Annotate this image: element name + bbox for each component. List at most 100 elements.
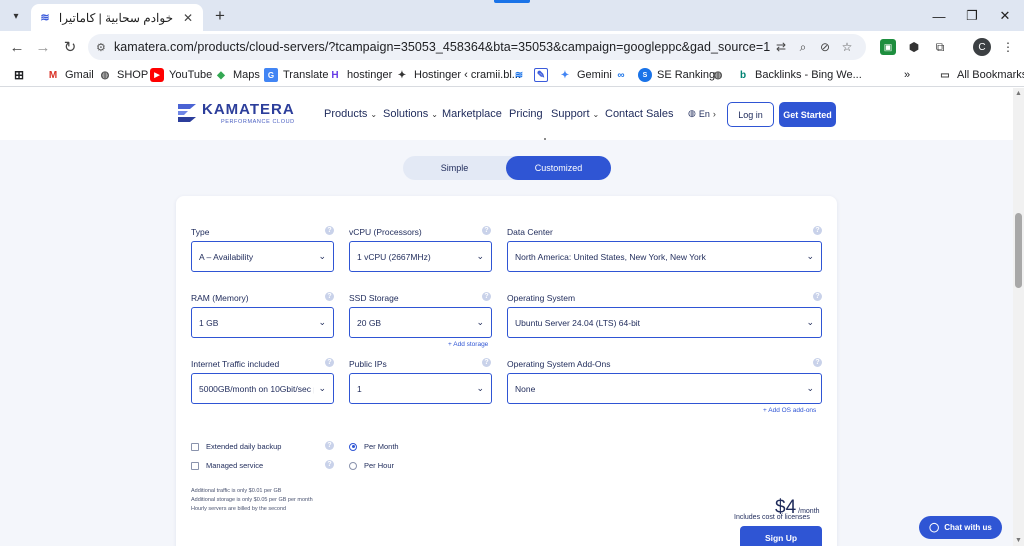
- extension-pin-icon[interactable]: ⬢: [906, 39, 922, 55]
- toggle-simple[interactable]: Simple: [403, 156, 506, 180]
- managed-service-option[interactable]: Managed service: [191, 461, 263, 470]
- scroll-up-icon[interactable]: ▲: [1015, 90, 1022, 97]
- chat-with-us-button[interactable]: ◯ Chat with us: [919, 516, 1002, 539]
- window-restore-icon[interactable]: ❐: [962, 6, 982, 26]
- traffic-select[interactable]: 5000GB/month on 10Gbit/sec por ⌄: [191, 373, 334, 404]
- bookmark-link[interactable]: ∞: [614, 67, 633, 83]
- per-month-option[interactable]: Per Month: [349, 442, 399, 451]
- get-started-button[interactable]: Get Started: [779, 102, 836, 127]
- add-os-addons-link[interactable]: + Add OS add-ons: [763, 407, 816, 414]
- scrollbar-thumb[interactable]: [1015, 213, 1022, 288]
- nav-products[interactable]: Products ⌄: [324, 108, 377, 120]
- bookmark-globe[interactable]: ◍: [711, 67, 730, 83]
- bookmark-shop[interactable]: ◍ SHOP: [98, 67, 149, 83]
- storage-note: Additional storage is only $0.05 per GB …: [191, 497, 313, 503]
- globe-icon: ◍: [100, 69, 110, 81]
- all-bookmarks-folder[interactable]: ▭ All Bookmarks: [938, 67, 1024, 83]
- managed-checkbox[interactable]: [191, 461, 199, 470]
- bookmark-translate[interactable]: G Translate: [264, 67, 328, 83]
- public-ips-select[interactable]: 1 ⌄: [349, 373, 492, 404]
- bookmark-youtube[interactable]: ▶ YouTube: [150, 67, 212, 83]
- back-arrow-icon[interactable]: ←: [7, 37, 27, 57]
- extension-green-icon[interactable]: ▣: [880, 39, 896, 55]
- toggle-customized[interactable]: Customized: [506, 156, 611, 180]
- browser-menu-icon[interactable]: ⋮: [1000, 39, 1016, 55]
- gemini-sparkle-icon: ✦: [560, 69, 570, 81]
- login-button[interactable]: Log in: [727, 102, 774, 127]
- backup-checkbox[interactable]: [191, 442, 199, 451]
- bookmark-gemini[interactable]: ✦ Gemini: [558, 67, 612, 83]
- window-close-icon[interactable]: ✕: [995, 6, 1015, 26]
- reload-icon[interactable]: ↻: [60, 37, 80, 57]
- help-icon[interactable]: ?: [482, 292, 491, 301]
- help-icon[interactable]: ?: [325, 460, 334, 469]
- bookmark-editor[interactable]: ✎: [534, 67, 553, 83]
- bing-icon: b: [739, 69, 747, 81]
- vcpu-select[interactable]: 1 vCPU (2667MHz) ⌄: [349, 241, 492, 272]
- ssd-select[interactable]: 20 GB ⌄: [349, 307, 492, 338]
- per-hour-radio[interactable]: [349, 461, 357, 470]
- globe-icon: ◍: [713, 69, 723, 81]
- tab-title: خوادم سحابية | كاماتيرا: [58, 10, 173, 25]
- scroll-down-icon[interactable]: ▼: [1015, 537, 1022, 544]
- web-page: KAMATERA PERFORMANCE CLOUD Products ⌄ Sol…: [0, 88, 1013, 546]
- bookmark-maps[interactable]: ◆ Maps: [214, 67, 260, 83]
- site-info-icon[interactable]: ⚙: [96, 41, 114, 54]
- help-icon[interactable]: ?: [813, 358, 822, 367]
- per-month-radio[interactable]: [349, 442, 357, 451]
- tab-close-icon[interactable]: ✕: [181, 11, 195, 25]
- browser-tab[interactable]: ≋ خوادم سحابية | كاماتيرا ✕: [31, 4, 203, 31]
- help-icon[interactable]: ?: [813, 292, 822, 301]
- ram-select[interactable]: 1 GB ⌄: [191, 307, 334, 338]
- forward-arrow-icon[interactable]: →: [33, 37, 53, 57]
- add-storage-link[interactable]: + Add storage: [448, 341, 488, 348]
- help-icon[interactable]: ?: [482, 358, 491, 367]
- edit-square-icon: ✎: [534, 68, 548, 82]
- os-addons-select[interactable]: None ⌄: [507, 373, 822, 404]
- bookmark-wifi[interactable]: ≋: [512, 67, 531, 83]
- help-icon[interactable]: ?: [813, 226, 822, 235]
- nav-marketplace[interactable]: Marketplace: [442, 108, 502, 120]
- bookmark-gmail[interactable]: M Gmail: [46, 67, 94, 83]
- new-tab-plus-icon[interactable]: +: [210, 6, 230, 26]
- more-bookmarks-chevron[interactable]: »: [904, 67, 910, 83]
- extended-backup-option[interactable]: Extended daily backup: [191, 442, 281, 451]
- nav-solutions[interactable]: Solutions ⌄: [383, 108, 438, 120]
- translate-page-icon[interactable]: ⇄: [770, 40, 792, 54]
- page-scrollbar[interactable]: ▲ ▼: [1013, 88, 1024, 546]
- help-icon[interactable]: ?: [325, 226, 334, 235]
- os-select[interactable]: Ubuntu Server 24.04 (LTS) 64-bit ⌄: [507, 307, 822, 338]
- window-minimize-icon[interactable]: —: [929, 6, 949, 26]
- bookmark-hostinger-blog[interactable]: ✦ Hostinger ‹ cramii.bl...: [395, 67, 521, 83]
- nav-pricing[interactable]: Pricing: [509, 108, 543, 120]
- bookmark-star-icon[interactable]: ☆: [836, 40, 858, 54]
- type-select[interactable]: A – Availability ⌄: [191, 241, 334, 272]
- nav-support[interactable]: Support ⌄: [551, 108, 599, 120]
- zoom-icon[interactable]: ⌕: [792, 40, 814, 55]
- address-bar[interactable]: ⚙ kamatera.com/products/cloud-servers/?t…: [88, 34, 866, 60]
- nav-contact-sales[interactable]: Contact Sales: [605, 108, 673, 120]
- apps-grid-icon[interactable]: ⊞: [12, 67, 31, 83]
- bookmark-hostinger[interactable]: Hhostinger: [328, 67, 392, 83]
- help-icon[interactable]: ?: [325, 292, 334, 301]
- bookmark-se-ranking[interactable]: S SE Ranking: [638, 67, 715, 83]
- chevron-down-icon: ⌄: [806, 383, 814, 393]
- datacenter-select[interactable]: North America: United States, New York, …: [507, 241, 822, 272]
- help-icon[interactable]: ?: [325, 441, 334, 450]
- kamatera-logo[interactable]: KAMATERA PERFORMANCE CLOUD: [176, 101, 295, 125]
- ssd-label: SSD Storage: [349, 293, 399, 303]
- language-selector[interactable]: ◍ En ›: [688, 108, 716, 119]
- sign-up-button[interactable]: Sign Up: [740, 526, 822, 546]
- eye-off-icon[interactable]: ⊘: [814, 40, 836, 54]
- help-icon[interactable]: ?: [325, 358, 334, 367]
- profile-avatar[interactable]: C: [973, 38, 991, 56]
- hourly-note: Hourly servers are billed by the second: [191, 506, 287, 512]
- chevron-down-icon: ⌄: [592, 109, 600, 119]
- bookmark-bing-backlinks[interactable]: b Backlinks - Bing We...: [736, 67, 862, 83]
- per-hour-option[interactable]: Per Hour: [349, 461, 394, 470]
- url-text[interactable]: kamatera.com/products/cloud-servers/?tca…: [114, 40, 770, 54]
- tab-search-chevron-icon[interactable]: ▾: [6, 6, 26, 26]
- help-icon[interactable]: ?: [482, 226, 491, 235]
- chevron-down-icon: ⌄: [318, 317, 326, 327]
- extensions-puzzle-icon[interactable]: ⧉: [932, 39, 948, 55]
